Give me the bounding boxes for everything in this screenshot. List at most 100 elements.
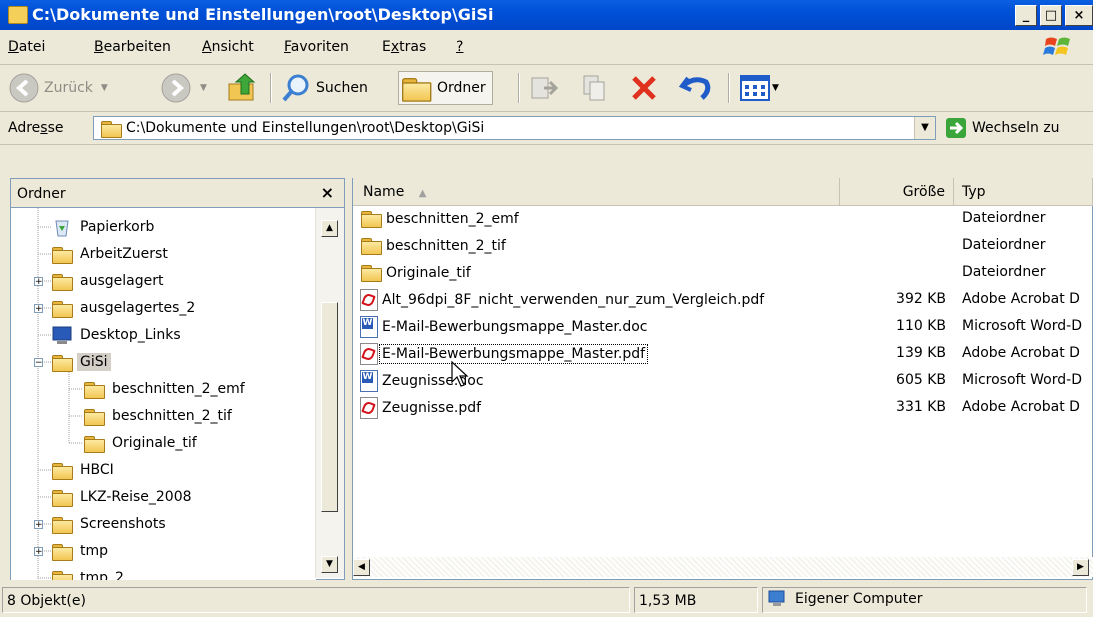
folder-pane-close-button[interactable]: ×: [321, 183, 334, 202]
tree-item[interactable]: ArbeitZuerst: [51, 243, 171, 265]
expand-icon[interactable]: +: [34, 277, 43, 287]
folder-icon: [51, 489, 73, 507]
scroll-thumb[interactable]: [321, 302, 338, 512]
file-list-horizontal-scrollbar[interactable]: ◀ ▶: [353, 557, 1093, 577]
menu-item[interactable]: Datei: [8, 39, 45, 55]
monitor-icon: [52, 326, 72, 344]
tree-item-label: tmp: [80, 543, 109, 559]
tree-item[interactable]: Papierkorb: [51, 216, 157, 238]
address-input[interactable]: C:\Dokumente und Einstellungen\root\Desk…: [93, 116, 936, 140]
tree-item[interactable]: HBCI: [51, 459, 117, 481]
menu-item[interactable]: Bearbeiten: [94, 39, 171, 55]
file-name: Zeugnisse.pdf: [382, 399, 482, 416]
tree-item[interactable]: tmp_2: [51, 567, 127, 580]
copy-to-button[interactable]: [580, 71, 612, 105]
tree-item-label: Papierkorb: [80, 219, 155, 235]
file-row[interactable]: beschnitten_2_tif: [360, 232, 508, 259]
my-computer-icon: [768, 590, 785, 606]
tree-item[interactable]: LKZ-Reise_2008: [51, 486, 195, 508]
delete-button[interactable]: [628, 71, 660, 105]
expand-icon[interactable]: +: [34, 520, 43, 530]
tree-item[interactable]: tmp: [51, 540, 111, 562]
address-dropdown-button[interactable]: ▼: [914, 117, 935, 139]
word-doc-icon: [360, 315, 378, 338]
scroll-left-button[interactable]: ◀: [353, 559, 370, 576]
tree-item[interactable]: beschnitten_2_emf: [83, 378, 248, 400]
tree-item-label: Originale_tif: [112, 435, 197, 451]
folder-tree-scrollbar[interactable]: ▲ ▼: [315, 208, 344, 578]
minimize-button[interactable]: _: [1015, 5, 1037, 26]
pdf-icon: [360, 342, 378, 365]
tree-item-label: beschnitten_2_tif: [112, 408, 232, 424]
menu-item[interactable]: ?: [456, 39, 463, 55]
views-button[interactable]: ▼: [740, 71, 779, 105]
column-header-name[interactable]: Name ▲: [353, 178, 840, 206]
file-name: beschnitten_2_emf: [386, 210, 519, 227]
file-row[interactable]: Zeugnisse.pdf: [360, 394, 483, 421]
file-row[interactable]: E-Mail-Bewerbungsmappe_Master.doc: [360, 313, 649, 340]
file-row[interactable]: Alt_96dpi_8F_nicht_verwenden_nur_zum_Ver…: [360, 286, 766, 313]
file-type: Adobe Acrobat D: [962, 399, 1080, 415]
column-header-type[interactable]: Typ: [954, 178, 1093, 206]
tree-item[interactable]: Screenshots: [51, 513, 169, 535]
search-button[interactable]: Suchen: [280, 71, 368, 105]
menu-item[interactable]: Favoriten: [284, 39, 349, 55]
collapse-icon[interactable]: −: [34, 358, 43, 368]
file-type: Adobe Acrobat D: [962, 291, 1080, 307]
tree-item-label: GiSi: [77, 353, 111, 371]
folder-icon: [401, 76, 432, 102]
move-to-button[interactable]: [528, 71, 560, 105]
file-row[interactable]: E-Mail-Bewerbungsmappe_Master.pdf: [360, 340, 649, 367]
folder-pane-title: Ordner: [17, 186, 66, 202]
sort-ascending-icon: ▲: [418, 188, 427, 199]
go-button[interactable]: Wechseln zu: [946, 118, 1060, 138]
forward-arrow-icon: [161, 73, 191, 103]
folder-icon: [51, 543, 73, 561]
scroll-up-button[interactable]: ▲: [321, 220, 338, 237]
menu-item[interactable]: Ansicht: [202, 39, 254, 55]
tree-item[interactable]: ausgelagert: [51, 270, 166, 292]
scroll-down-button[interactable]: ▼: [321, 556, 338, 573]
tree-item[interactable]: beschnitten_2_tif: [83, 405, 235, 427]
tree-item[interactable]: ausgelagertes_2: [51, 297, 198, 319]
expand-icon[interactable]: +: [34, 304, 43, 314]
back-button[interactable]: Zurück ▼: [8, 71, 108, 105]
undo-button[interactable]: [678, 71, 714, 105]
close-button[interactable]: ×: [1065, 5, 1093, 26]
title-bar[interactable]: C:\Dokumente und Einstellungen\root\Desk…: [0, 0, 1093, 30]
folders-button[interactable]: Ordner: [398, 71, 493, 105]
file-size: 139 KB: [896, 345, 946, 361]
expand-icon[interactable]: +: [34, 547, 43, 557]
tree-item[interactable]: Desktop_Links: [51, 324, 184, 346]
forward-button[interactable]: ▼: [160, 71, 207, 105]
pdf-icon: [360, 396, 378, 419]
folder-icon: [51, 516, 73, 534]
undo-icon: [678, 76, 711, 100]
menu-bar: Datei Bearbeiten Ansicht Favoriten Extras?: [0, 30, 1093, 65]
word-doc-icon: [360, 369, 378, 392]
window-title: C:\Dokumente und Einstellungen\root\Desk…: [32, 5, 494, 24]
file-size: 605 KB: [896, 372, 946, 388]
file-type: Microsoft Word-D: [962, 372, 1082, 388]
file-row[interactable]: beschnitten_2_emf: [360, 205, 521, 232]
tree-item-label: ArbeitZuerst: [80, 246, 168, 262]
views-dropdown-icon[interactable]: ▼: [772, 83, 779, 93]
folder-icon: [51, 354, 73, 372]
maximize-button[interactable]: □: [1040, 5, 1062, 26]
forward-dropdown-icon[interactable]: ▼: [200, 83, 207, 93]
up-folder-button[interactable]: [226, 71, 260, 105]
search-icon: [282, 74, 309, 102]
menu-item[interactable]: Extras: [382, 39, 426, 55]
back-label: Zurück: [44, 80, 93, 96]
column-header-size[interactable]: Größe: [840, 178, 954, 206]
toolbar-separator: [518, 73, 520, 103]
tree-item[interactable]: Originale_tif: [83, 432, 200, 454]
scroll-right-button[interactable]: ▶: [1072, 559, 1089, 576]
file-type: Dateiordner: [962, 264, 1046, 280]
file-row[interactable]: Originale_tif: [360, 259, 473, 286]
tree-item[interactable]: GiSi: [51, 351, 111, 373]
folder-icon: [83, 435, 105, 453]
tree-item-label: LKZ-Reise_2008: [80, 489, 192, 505]
back-dropdown-icon[interactable]: ▼: [101, 83, 108, 93]
tree-item-label: HBCI: [80, 462, 114, 478]
